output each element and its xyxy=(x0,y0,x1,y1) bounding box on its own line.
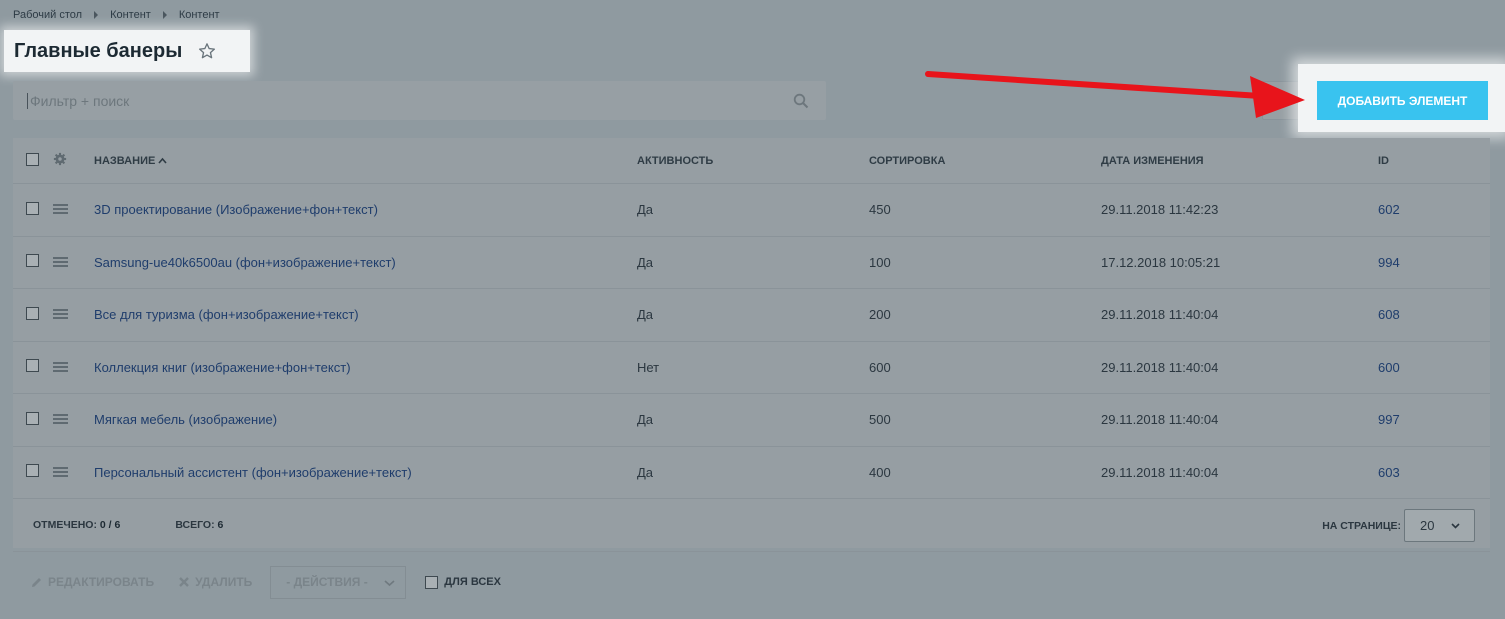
search-icon[interactable] xyxy=(793,93,809,109)
sort-up-icon xyxy=(158,157,167,164)
search-input[interactable]: Фильтр + поиск xyxy=(13,81,826,120)
actions-select-value: - ДЕЙСТВИЯ - xyxy=(286,575,368,589)
breadcrumb-item[interactable]: Рабочий стол xyxy=(13,9,82,21)
row-name-link[interactable]: Мягкая мебель (изображение) xyxy=(94,412,637,427)
breadcrumb-item[interactable]: Контент xyxy=(110,9,151,21)
row-name-link[interactable]: Samsung-ue40k6500au (фон+изображение+тек… xyxy=(94,255,637,270)
row-date: 29.11.2018 11:40:04 xyxy=(1101,412,1219,428)
row-active: Нет xyxy=(637,359,660,375)
row-checkbox[interactable] xyxy=(26,201,39,215)
total-count: 6 xyxy=(217,519,224,531)
row-checkbox[interactable] xyxy=(26,254,39,268)
for-all-label: ДЛЯ ВСЕХ xyxy=(444,576,501,588)
row-id-link[interactable]: 600 xyxy=(1378,360,1478,375)
table-row[interactable]: Персональный ассистент (фон+изображение+… xyxy=(13,447,1490,499)
row-date: 29.11.2018 11:40:04 xyxy=(1101,307,1219,323)
drag-handle-icon[interactable] xyxy=(53,204,68,215)
row-sort: 400 xyxy=(869,464,891,480)
close-icon xyxy=(179,577,189,587)
drag-handle-icon[interactable] xyxy=(53,414,68,425)
table-header: НАЗВАНИЕ АКТИВНОСТЬ СОРТИРОВКА ДАТА ИЗМЕ… xyxy=(13,138,1490,184)
column-header-name[interactable]: НАЗВАНИЕ xyxy=(94,155,637,167)
row-id-link[interactable]: 608 xyxy=(1378,307,1478,322)
delete-button[interactable]: УДАЛИТЬ xyxy=(195,575,252,589)
row-date: 29.11.2018 11:40:04 xyxy=(1101,359,1219,375)
table-row[interactable]: Все для туризма (фон+изображение+текст) Д… xyxy=(13,289,1490,342)
gear-icon[interactable] xyxy=(53,152,67,166)
row-id-link[interactable]: 994 xyxy=(1378,255,1478,270)
column-header-date[interactable]: ДАТА ИЗМЕНЕНИЯ xyxy=(1101,155,1378,167)
breadcrumb: Рабочий стол Контент Контент xyxy=(13,9,220,21)
chevron-down-icon xyxy=(384,579,395,586)
select-all-checkbox[interactable] xyxy=(26,152,39,166)
per-page-label: НА СТРАНИЦЕ: xyxy=(1322,520,1401,532)
pencil-icon xyxy=(32,577,41,587)
row-active: Да xyxy=(637,412,654,428)
text-caret xyxy=(27,92,28,109)
total-label: ВСЕГО: xyxy=(175,519,215,531)
row-checkbox[interactable] xyxy=(26,464,39,478)
for-all-toggle[interactable]: ДЛЯ ВСЕХ xyxy=(425,575,501,589)
annotation-arrow xyxy=(925,71,1305,118)
row-id-link[interactable]: 997 xyxy=(1378,412,1478,427)
row-date: 17.12.2018 10:05:21 xyxy=(1101,254,1221,270)
drag-handle-icon[interactable] xyxy=(53,256,68,267)
row-name-link[interactable]: Персональный ассистент (фон+изображение+… xyxy=(94,465,637,480)
elements-table: НАЗВАНИЕ АКТИВНОСТЬ СОРТИРОВКА ДАТА ИЗМЕ… xyxy=(13,138,1490,599)
table-footer: ОТМЕЧЕНО: 0 / 6 ВСЕГО: 6 НА СТРАНИЦЕ: 20 xyxy=(13,499,1490,552)
column-header-sort[interactable]: СОРТИРОВКА xyxy=(869,155,1101,167)
actions-select[interactable]: - ДЕЙСТВИЯ - xyxy=(270,565,407,599)
selected-label: ОТМЕЧЕНО: xyxy=(33,519,97,531)
per-page-value: 20 xyxy=(1420,518,1435,533)
for-all-checkbox[interactable] xyxy=(425,575,439,589)
table-row[interactable]: Samsung-ue40k6500au (фон+изображение+тек… xyxy=(13,237,1490,289)
breadcrumb-item[interactable]: Контент xyxy=(179,9,220,21)
table-row[interactable]: 3D проектирование (Изображение+фон+текст… xyxy=(13,184,1490,237)
row-name-link[interactable]: Коллекция книг (изображение+фон+текст) xyxy=(94,360,637,375)
per-page-select[interactable]: 20 xyxy=(1404,509,1475,542)
table-row[interactable]: Коллекция книг (изображение+фон+текст) Не… xyxy=(13,342,1490,394)
drag-handle-icon[interactable] xyxy=(53,309,68,320)
row-sort: 200 xyxy=(869,307,891,323)
column-header-id[interactable]: ID xyxy=(1378,155,1478,167)
selected-count: 0 / 6 xyxy=(99,519,121,531)
page-title: Главные банеры xyxy=(14,39,183,62)
row-id-link[interactable]: 602 xyxy=(1378,202,1478,217)
row-sort: 450 xyxy=(869,202,891,218)
group-actions-bar: РЕДАКТИРОВАТЬ УДАЛИТЬ - ДЕЙСТВИЯ - ДЛЯ В… xyxy=(13,552,1490,612)
search-placeholder: Фильтр + поиск xyxy=(30,92,130,109)
chevron-down-icon xyxy=(1451,523,1460,529)
row-date: 29.11.2018 11:40:04 xyxy=(1101,464,1219,480)
row-sort: 500 xyxy=(869,412,891,428)
chevron-right-icon xyxy=(162,11,167,19)
row-sort: 100 xyxy=(869,254,891,270)
row-active: Да xyxy=(637,254,654,270)
row-active: Да xyxy=(637,464,654,480)
table-row[interactable]: Мягкая мебель (изображение) Да 500 29.11.20… xyxy=(13,394,1490,447)
row-name-link[interactable]: 3D проектирование (Изображение+фон+текст… xyxy=(94,202,637,217)
chevron-right-icon xyxy=(94,11,99,19)
row-sort: 600 xyxy=(869,359,891,375)
star-icon[interactable] xyxy=(198,42,216,60)
drag-handle-icon[interactable] xyxy=(53,361,68,372)
row-name-link[interactable]: Все для туризма (фон+изображение+текст) xyxy=(94,307,637,322)
page-title-area: Главные банеры xyxy=(4,30,250,72)
row-id-link[interactable]: 603 xyxy=(1378,465,1478,480)
row-checkbox[interactable] xyxy=(26,359,39,373)
row-date: 29.11.2018 11:42:23 xyxy=(1101,202,1219,218)
edit-button[interactable]: РЕДАКТИРОВАТЬ xyxy=(48,575,154,589)
drag-handle-icon[interactable] xyxy=(53,466,68,477)
row-active: Да xyxy=(637,202,654,218)
column-header-active[interactable]: АКТИВНОСТЬ xyxy=(637,155,869,167)
row-checkbox[interactable] xyxy=(26,411,39,425)
add-element-button[interactable]: ДОБАВИТЬ ЭЛЕМЕНТ xyxy=(1317,81,1488,120)
row-checkbox[interactable] xyxy=(26,306,39,320)
row-active: Да xyxy=(637,307,654,323)
